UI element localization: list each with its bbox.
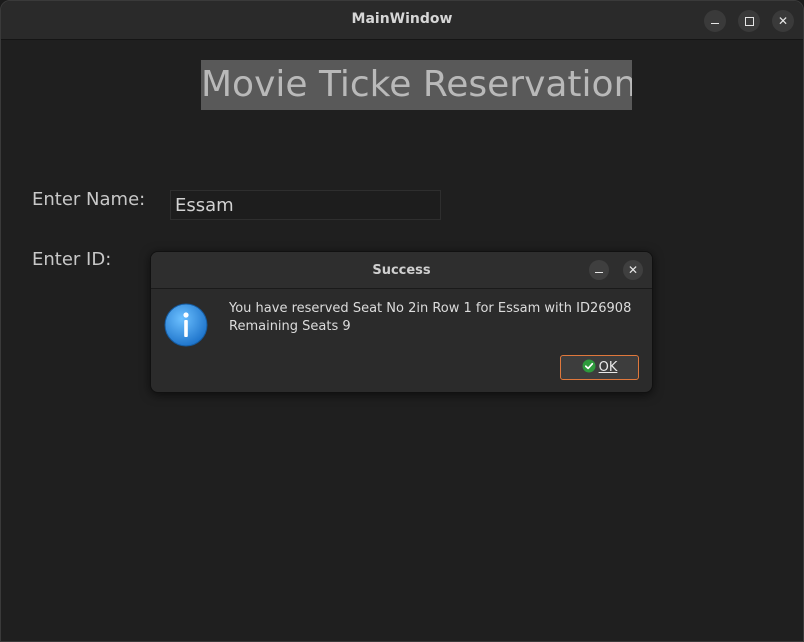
name-label: Enter Name: — [32, 189, 146, 210]
minimize-icon — [711, 23, 719, 24]
success-dialog: Success ✕ You have reserved Seat No 2in … — [150, 251, 653, 393]
close-icon: ✕ — [777, 14, 789, 28]
minimize-button[interactable] — [704, 10, 726, 32]
dialog-minimize-button[interactable] — [589, 260, 609, 280]
message-line-1: You have reserved Seat No 2in Row 1 for … — [229, 301, 632, 316]
main-window: MainWindow ✕ Movie Ticke Reservation Ent… — [0, 0, 804, 642]
maximize-button[interactable] — [738, 10, 760, 32]
ok-button[interactable]: OK — [560, 355, 639, 380]
message-line-2: Remaining Seats 9 — [229, 319, 351, 334]
maximize-icon — [745, 17, 754, 26]
close-button[interactable]: ✕ — [772, 10, 794, 32]
info-icon — [164, 303, 208, 347]
window-title: MainWindow — [351, 11, 453, 27]
page-title: Movie Ticke Reservation — [201, 60, 632, 110]
close-icon: ✕ — [627, 263, 639, 277]
dialog-message: You have reserved Seat No 2in Row 1 for … — [229, 300, 649, 336]
dialog-title-bar[interactable]: Success ✕ — [151, 252, 652, 289]
check-icon — [582, 359, 596, 373]
name-input[interactable]: Essam — [170, 190, 441, 220]
dialog-close-button[interactable]: ✕ — [623, 260, 643, 280]
dialog-title: Success — [372, 263, 431, 278]
minimize-icon — [595, 272, 603, 273]
id-label: Enter ID: — [32, 249, 112, 270]
ok-label: OK — [598, 360, 618, 375]
title-bar[interactable]: MainWindow ✕ — [1, 1, 803, 40]
